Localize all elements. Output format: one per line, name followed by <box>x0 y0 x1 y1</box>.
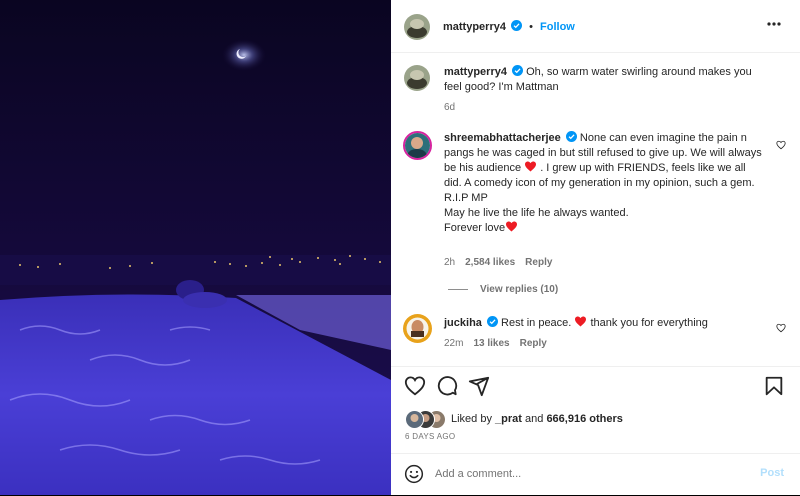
likes-count[interactable]: 666,916 others <box>546 413 622 425</box>
comment-text-block: shreemabhattacherjee None can even imagi… <box>444 131 764 236</box>
bookmark-icon[interactable] <box>763 375 785 397</box>
reply-button[interactable]: Reply <box>520 338 547 349</box>
red-heart-emoji-icon <box>575 316 587 327</box>
caption-time: 6d <box>444 102 456 113</box>
comment-meta: 2h 2,584 likes Reply <box>444 257 562 268</box>
comment-text: Forever love <box>444 222 506 234</box>
comment-time: 2h <box>444 257 456 268</box>
red-heart-emoji-icon <box>525 161 537 172</box>
red-heart-emoji-icon <box>506 221 518 232</box>
verified-badge-icon <box>486 316 498 327</box>
photo-illustration <box>0 0 391 495</box>
add-comment-bar: Post <box>391 453 800 496</box>
comment-avatar[interactable] <box>403 314 432 343</box>
liked-by-text: Liked by _prat and 666,916 others <box>451 413 623 425</box>
post-date[interactable]: 6 DAYS AGO <box>405 432 455 441</box>
comment-likes[interactable]: 2,584 likes <box>465 257 515 268</box>
post-header: mattyperry4 • Follow <box>391 0 800 53</box>
verified-badge-icon <box>512 65 524 76</box>
author-username[interactable]: mattyperry4 <box>443 21 506 33</box>
emoji-icon[interactable] <box>404 464 424 484</box>
separator-dot: • <box>529 21 533 33</box>
comment-username[interactable]: shreemabhattacherjee <box>444 132 561 144</box>
action-bar <box>391 366 800 407</box>
header-line: mattyperry4 • Follow <box>443 20 575 33</box>
view-replies-line <box>448 288 468 290</box>
caption-avatar[interactable] <box>404 65 430 91</box>
caption-username[interactable]: mattyperry4 <box>444 66 507 78</box>
comment-meta: 22m 13 likes Reply <box>444 338 557 349</box>
comment-text-block: juckiha Rest in peace. thank you for eve… <box>444 316 764 331</box>
verified-badge-icon <box>511 20 523 31</box>
comment-text: R.I.P MP <box>444 192 488 204</box>
comment-like-heart-icon[interactable] <box>776 140 786 150</box>
follow-button[interactable]: Follow <box>540 21 575 33</box>
post-panel: mattyperry4 • Follow mattyperry4 Oh, so … <box>391 0 800 495</box>
comment-text: thank you for everything <box>590 317 708 329</box>
share-icon[interactable] <box>468 375 490 397</box>
comment-icon[interactable] <box>436 375 458 397</box>
author-avatar[interactable] <box>404 14 430 40</box>
post-photo[interactable] <box>0 0 391 495</box>
liked-by-and: and <box>525 413 544 425</box>
caption: mattyperry4 Oh, so warm water swirling a… <box>444 65 764 95</box>
heart-icon[interactable] <box>404 375 426 397</box>
liker-avatar[interactable] <box>405 410 424 429</box>
view-replies-button[interactable]: View replies (10) <box>448 284 558 295</box>
view-replies-label: View replies (10) <box>480 284 559 295</box>
post-comment-button[interactable]: Post <box>760 467 784 479</box>
liked-by-prefix: Liked by <box>451 413 492 425</box>
add-comment-input[interactable] <box>435 464 735 484</box>
comment-time: 22m <box>444 338 464 349</box>
more-options-icon[interactable] <box>766 20 782 28</box>
reply-button[interactable]: Reply <box>525 257 552 268</box>
verified-badge-icon <box>565 131 577 142</box>
comment-avatar[interactable] <box>403 131 432 160</box>
liked-by-user[interactable]: _prat <box>495 413 522 425</box>
comment-like-heart-icon[interactable] <box>776 323 786 333</box>
comment-likes[interactable]: 13 likes <box>473 338 509 349</box>
comment-username[interactable]: juckiha <box>444 317 482 329</box>
comment-text: Rest in peace. <box>501 317 572 329</box>
comment-text: May he live the life he always wanted. <box>444 207 629 219</box>
